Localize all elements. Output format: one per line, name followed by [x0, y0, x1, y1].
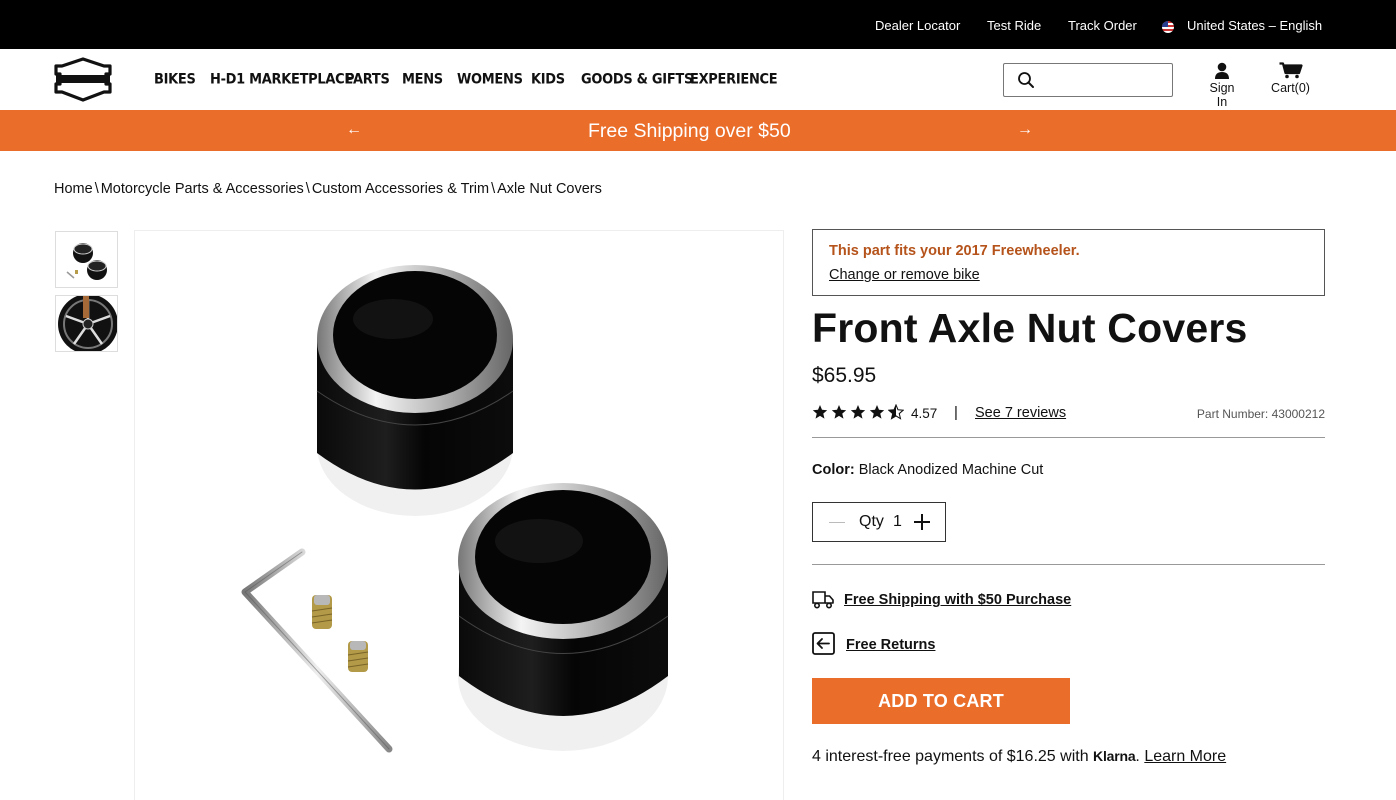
part-number: Part Number: 43000212 [1196, 407, 1325, 421]
product-price: $65.95 [812, 364, 877, 387]
thumbnail-covers-image [66, 243, 107, 280]
divider [812, 437, 1325, 438]
truck-icon [812, 591, 834, 609]
change-bike-link[interactable]: Change or remove bike [829, 267, 980, 283]
us-flag-icon[interactable] [1162, 21, 1174, 33]
nav-bikes[interactable]: BIKES [154, 71, 196, 88]
nav-womens[interactable]: WOMENS [457, 71, 523, 88]
promo-text[interactable]: Free Shipping over $50 [588, 120, 791, 143]
search-icon[interactable] [1017, 71, 1035, 89]
promo-banner: ← Free Shipping over $50 → [0, 110, 1396, 151]
axle-nut-covers-photo [241, 265, 669, 753]
locale-selector[interactable]: United States – English [1187, 18, 1322, 33]
klarna-payment-info: 4 interest-free payments of $16.25 with … [812, 748, 1227, 765]
star-icon [831, 405, 847, 419]
star-icon [869, 405, 885, 419]
breadcrumb: Home \ Motorcycle Parts & Accessories \ Cust… [54, 181, 602, 197]
breadcrumb-custom-accessories[interactable]: Custom Accessories & Trim [312, 181, 489, 197]
product-title: Front Axle Nut Covers [812, 305, 1248, 351]
free-shipping-link[interactable]: Free Shipping with $50 Purchase [844, 592, 1071, 608]
utility-bar: Dealer Locator Test Ride Track Order Uni… [0, 0, 1396, 49]
promo-prev-arrow[interactable]: ← [346, 121, 362, 139]
cart-label: Cart(0) [1271, 81, 1310, 95]
nav-parts[interactable]: PARTS [345, 71, 390, 88]
product-main-image[interactable] [134, 230, 784, 800]
breadcrumb-home[interactable]: Home [54, 181, 93, 197]
nav-experience[interactable]: EXPERIENCE [690, 71, 778, 88]
rating-stars[interactable] [812, 404, 904, 422]
dealer-locator-link[interactable]: Dealer Locator [875, 18, 960, 33]
search-box[interactable] [1003, 63, 1173, 97]
harley-logo-icon[interactable] [54, 57, 112, 102]
qty-increase-button[interactable] [913, 513, 931, 531]
breadcrumb-separator: \ [491, 181, 496, 197]
star-icon [812, 405, 828, 419]
nav-mens[interactable]: MENS [402, 71, 443, 88]
rating-value: 4.57 [911, 406, 938, 421]
search-input[interactable] [1042, 68, 1168, 92]
nav-kids[interactable]: KIDS [531, 71, 565, 88]
cart-icon [1279, 62, 1303, 79]
breadcrumb-separator: \ [305, 181, 310, 197]
return-icon [812, 632, 835, 655]
qty-value[interactable]: 1 [893, 513, 902, 531]
fitment-message: This part fits your 2017 Freewheeler. [829, 243, 1080, 259]
fitment-notice: This part fits your 2017 Freewheeler. Ch… [812, 229, 1325, 296]
nav-h-d1-marketplace[interactable]: H-D1 MARKETPLACE [210, 71, 353, 88]
breadcrumb-axle-nut-covers[interactable]: Axle Nut Covers [497, 181, 602, 197]
product-thumbnail-2[interactable] [55, 295, 118, 352]
thumbnail-wheel-image [56, 296, 117, 351]
cart-button[interactable]: Cart(0) [1270, 62, 1311, 95]
color-label: Color: [812, 462, 855, 478]
sign-in-button[interactable]: Sign In [1203, 62, 1241, 109]
half-star-icon [888, 404, 904, 420]
nav-goods-gifts[interactable]: GOODS & GIFTS [581, 71, 693, 88]
color-value: Black Anodized Machine Cut [858, 462, 1044, 478]
klarna-learn-more-link[interactable]: Learn More [1144, 748, 1226, 765]
divider [812, 564, 1325, 565]
product-thumbnail-1[interactable] [55, 231, 118, 288]
sign-in-label: Sign In [1209, 81, 1235, 109]
rating-separator: | [954, 404, 958, 421]
star-icon [850, 405, 866, 419]
see-reviews-link[interactable]: See 7 reviews [975, 405, 1066, 421]
track-order-link[interactable]: Track Order [1068, 18, 1137, 33]
breadcrumb-separator: \ [94, 181, 99, 197]
free-returns-link[interactable]: Free Returns [846, 637, 935, 653]
quantity-stepper[interactable]: Qty 1 [812, 502, 946, 542]
main-header: BIKES H-D1 MARKETPLACE PARTS MENS WOMENS… [0, 49, 1396, 110]
add-to-cart-button[interactable]: ADD TO CART [812, 678, 1070, 724]
qty-decrease-button[interactable] [829, 522, 845, 523]
breadcrumb-parts-accessories[interactable]: Motorcycle Parts & Accessories [101, 181, 304, 197]
color-selection: Color: Black Anodized Machine Cut [812, 462, 1043, 478]
promo-next-arrow[interactable]: → [1017, 121, 1033, 139]
klarna-logo: Klarna [1093, 748, 1136, 764]
user-icon [1215, 62, 1229, 79]
test-ride-link[interactable]: Test Ride [987, 18, 1041, 33]
klarna-text: 4 interest-free payments of $16.25 with [812, 748, 1089, 765]
qty-label: Qty [859, 513, 884, 530]
